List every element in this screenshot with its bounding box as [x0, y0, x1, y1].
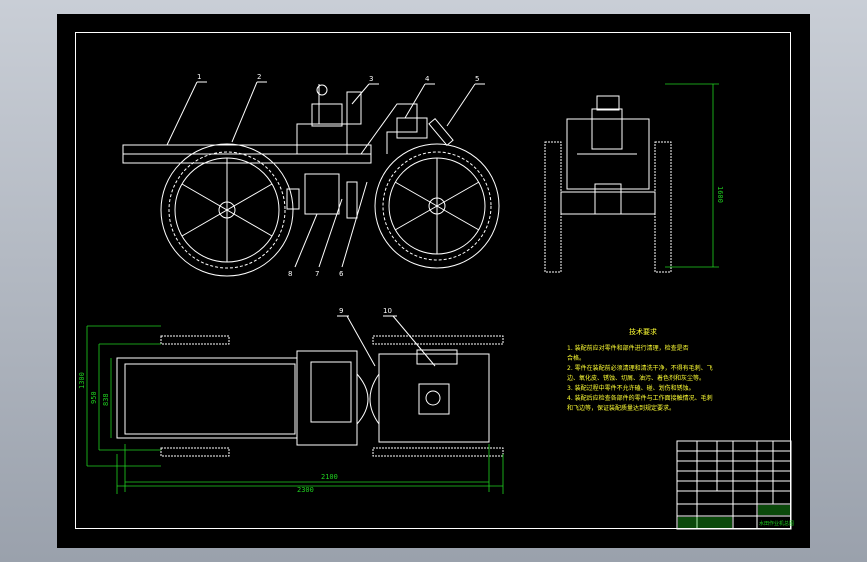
front-view [544, 83, 719, 273]
callout-10: 10 [383, 307, 392, 315]
left-paddle-wheel [160, 143, 294, 277]
note-line-3: 2. 零件在装配前必须清理和清洗干净，不得有毛刺、飞 [567, 364, 713, 372]
drawing-sheet: 1 2 3 4 5 6 7 8 1600 9 10 1300 950 838 2… [57, 14, 810, 548]
callout-3: 3 [369, 75, 373, 83]
dim-length-2300: 2300 [297, 486, 314, 494]
title-block: 水田作业机总图 [676, 440, 794, 530]
notes-title: 技术要求 [629, 327, 657, 336]
callout-1: 1 [197, 73, 201, 81]
technical-notes: 技术要求 1. 装配前应对零件和部件进行清理，检查是否 合格。 2. 零件在装配… [567, 327, 713, 412]
note-line-2: 合格。 [567, 354, 585, 362]
drawing-name: 水田作业机总图 [759, 520, 794, 527]
callout-9: 9 [339, 307, 343, 315]
note-line-1: 1. 装配前应对零件和部件进行清理，检查是否 [567, 344, 689, 352]
callout-7: 7 [315, 270, 319, 278]
side-view [122, 81, 500, 277]
note-line-6: 4. 装配后应检查各部件的零件与工作面接触情况、毛刺 [567, 394, 713, 402]
engine-deck [378, 353, 490, 443]
planter-tray [116, 357, 298, 439]
note-line-5: 3. 装配过程中零件不允许磕、碰、划伤和锈蚀。 [567, 384, 695, 392]
top-view [86, 315, 504, 494]
callout-2: 2 [257, 73, 261, 81]
dim-width-838: 838 [102, 393, 110, 406]
drawing-canvas: 1 2 3 4 5 6 7 8 1600 9 10 1300 950 838 2… [78, 73, 794, 530]
right-paddle-wheel [374, 143, 500, 269]
note-line-7: 和飞边等，保证装配质量达到规定要求。 [567, 404, 675, 412]
dim-length-2100: 2100 [321, 473, 338, 481]
callout-4: 4 [425, 75, 430, 83]
dim-width-1300: 1300 [78, 372, 86, 389]
engine-block [296, 123, 348, 155]
callout-6: 6 [339, 270, 344, 278]
callout-5: 5 [475, 75, 479, 83]
note-line-4: 边、氧化皮、锈蚀、切屑、油污、着色剂和灰尘等。 [567, 374, 705, 382]
dim-width-950: 950 [90, 391, 98, 404]
dim-height: 1600 [716, 186, 724, 203]
callout-8: 8 [288, 270, 292, 278]
